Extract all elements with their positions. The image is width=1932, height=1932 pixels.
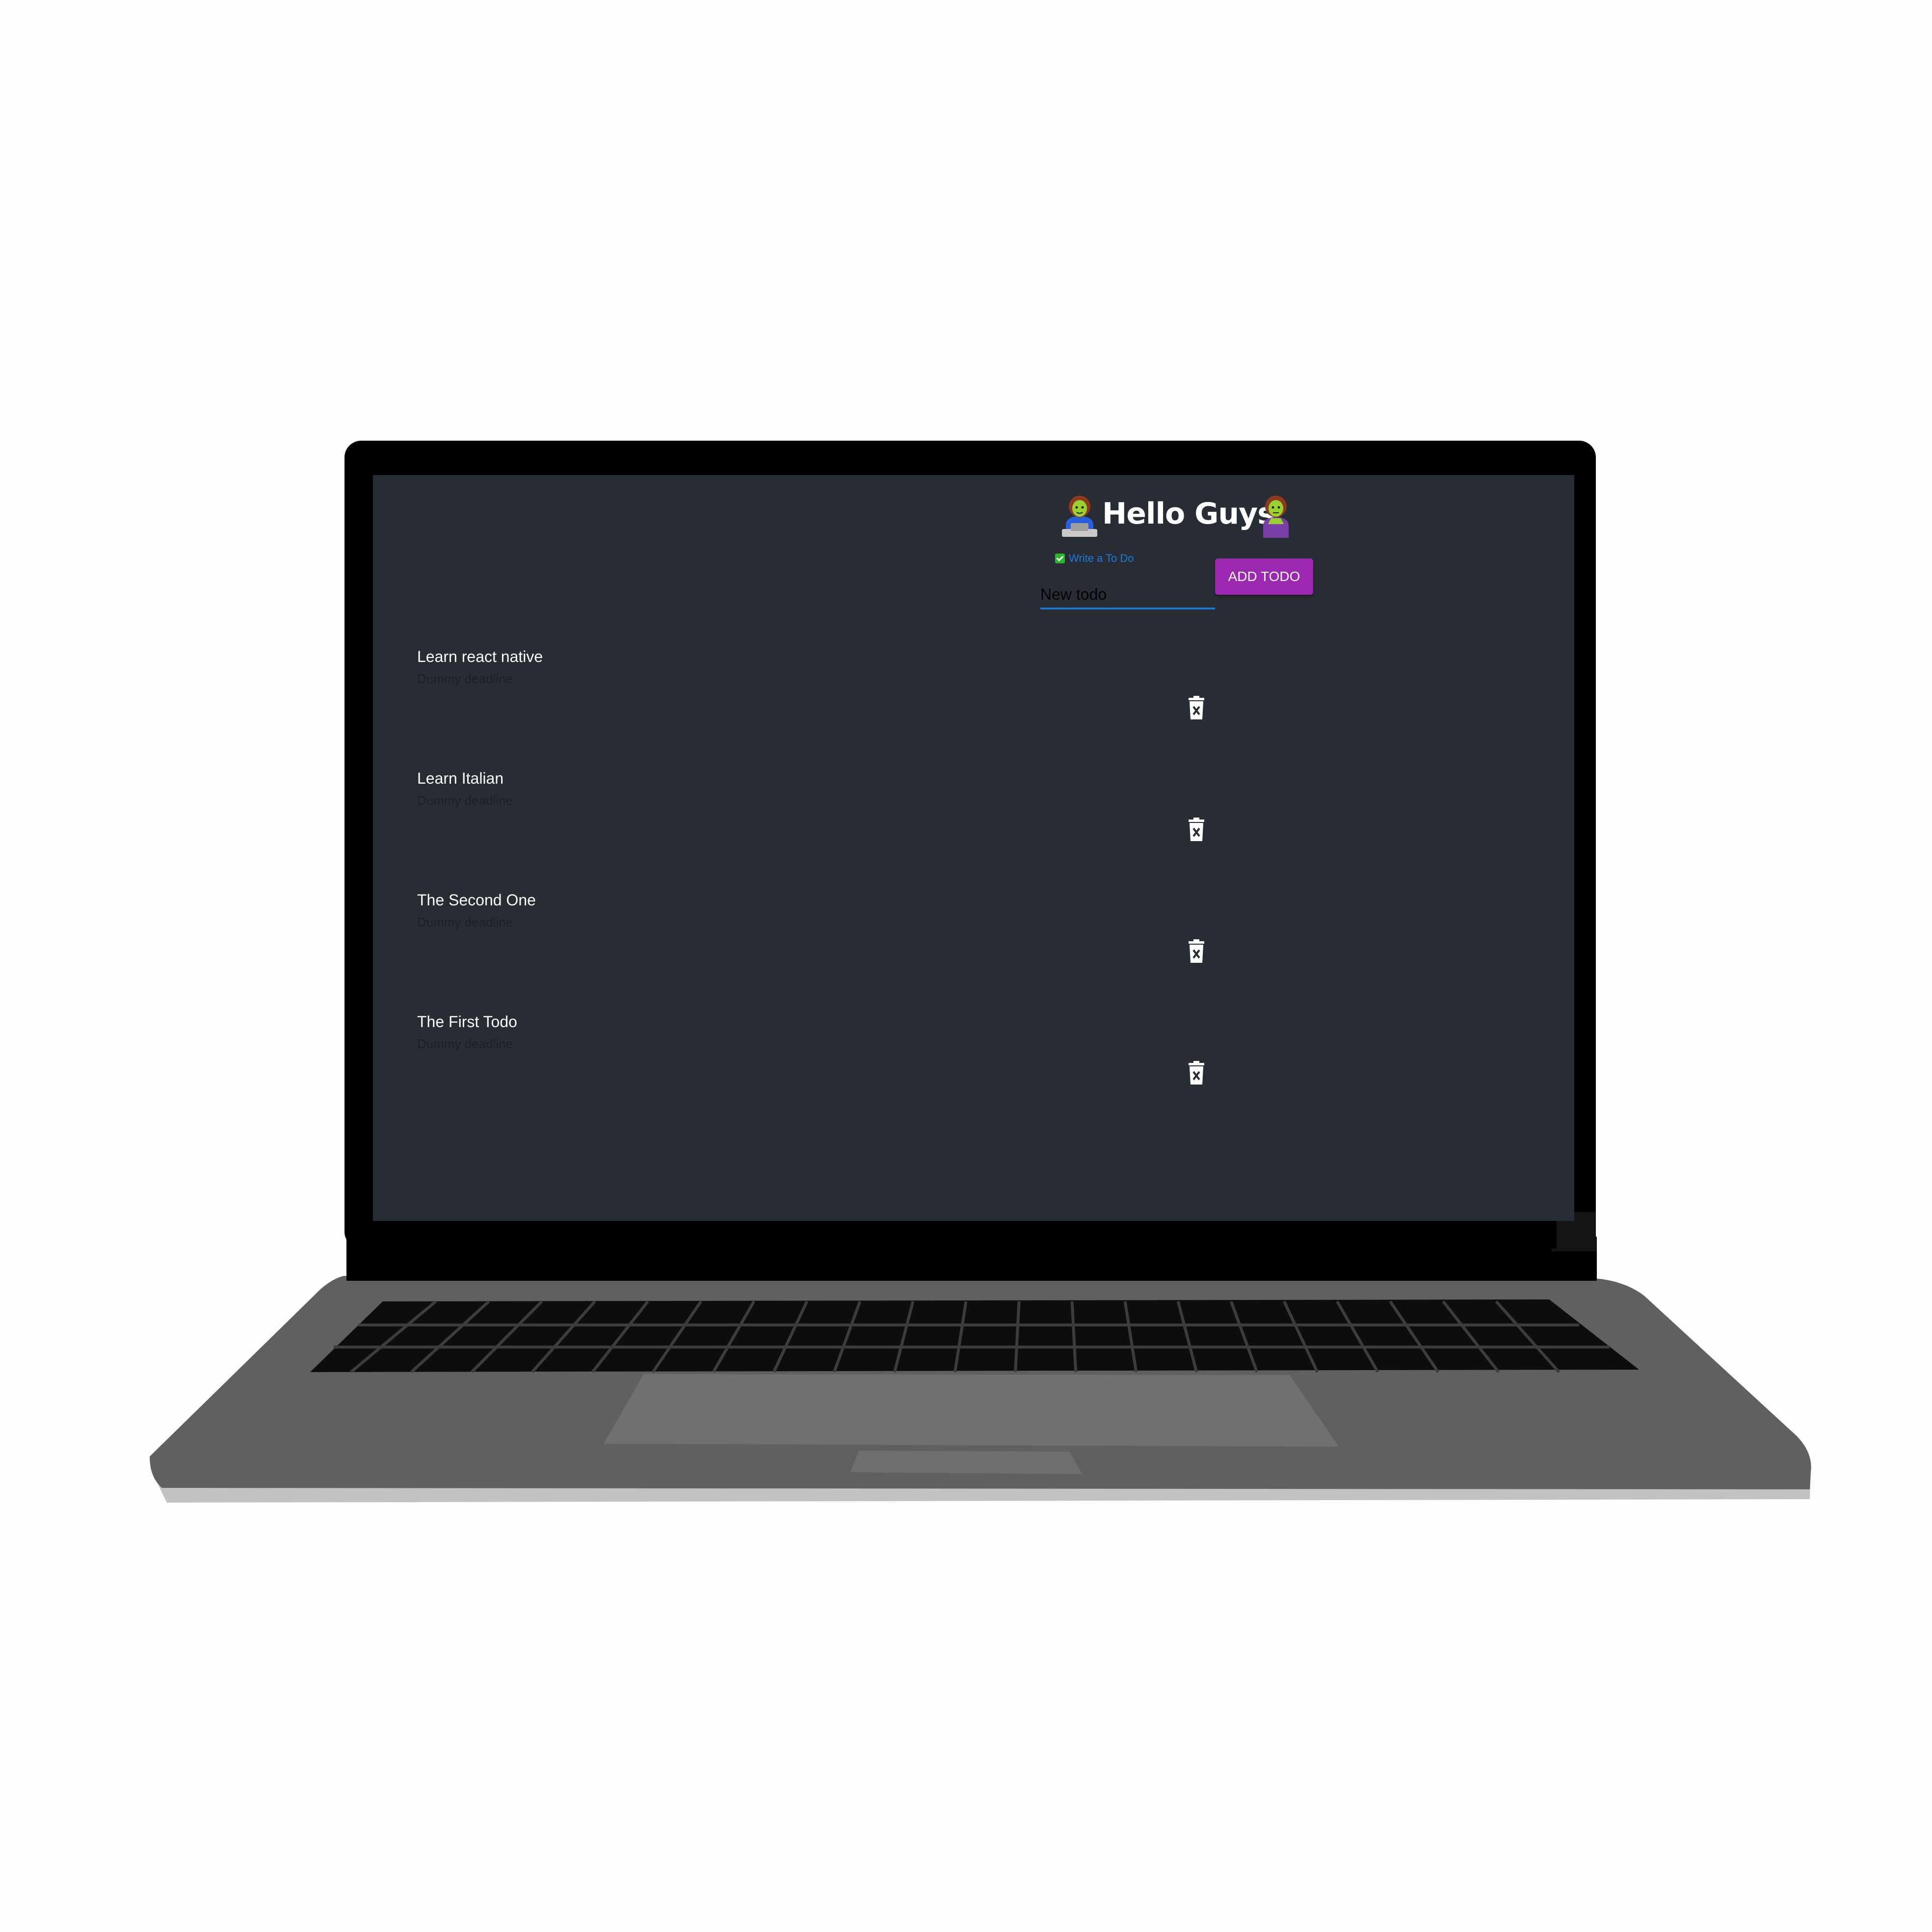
list-item: Learn react native Dummy deadline (417, 648, 1399, 756)
trash-icon (1189, 1061, 1204, 1085)
list-item: The First Todo Dummy deadline (417, 1013, 1399, 1121)
laptop-scene: Hello Guys Write a To Do ADD TODO Learn … (0, 0, 1932, 1932)
app-screen: Hello Guys Write a To Do ADD TODO Learn … (373, 475, 1574, 1221)
trash-icon (1189, 696, 1204, 719)
trash-icon (1189, 818, 1204, 841)
todo-text: Learn Italian (417, 769, 504, 787)
delete-todo-button[interactable] (1188, 1061, 1205, 1085)
delete-todo-button[interactable] (1188, 696, 1205, 720)
list-item: The Second One Dummy deadline (417, 891, 1399, 999)
todo-text: The Second One (417, 891, 536, 909)
delete-todo-button[interactable] (1188, 818, 1205, 842)
todo-list: Learn react native Dummy deadline Learn … (373, 475, 1574, 1221)
todo-deadline: Dummy deadline (417, 1036, 513, 1051)
todo-text: Learn react native (417, 648, 543, 665)
todo-deadline: Dummy deadline (417, 915, 513, 929)
delete-todo-button[interactable] (1188, 939, 1205, 964)
todo-text: The First Todo (417, 1013, 517, 1031)
trash-icon (1189, 939, 1204, 963)
todo-deadline: Dummy deadline (417, 671, 513, 686)
list-item: Learn Italian Dummy deadline (417, 769, 1399, 877)
todo-deadline: Dummy deadline (417, 793, 513, 808)
